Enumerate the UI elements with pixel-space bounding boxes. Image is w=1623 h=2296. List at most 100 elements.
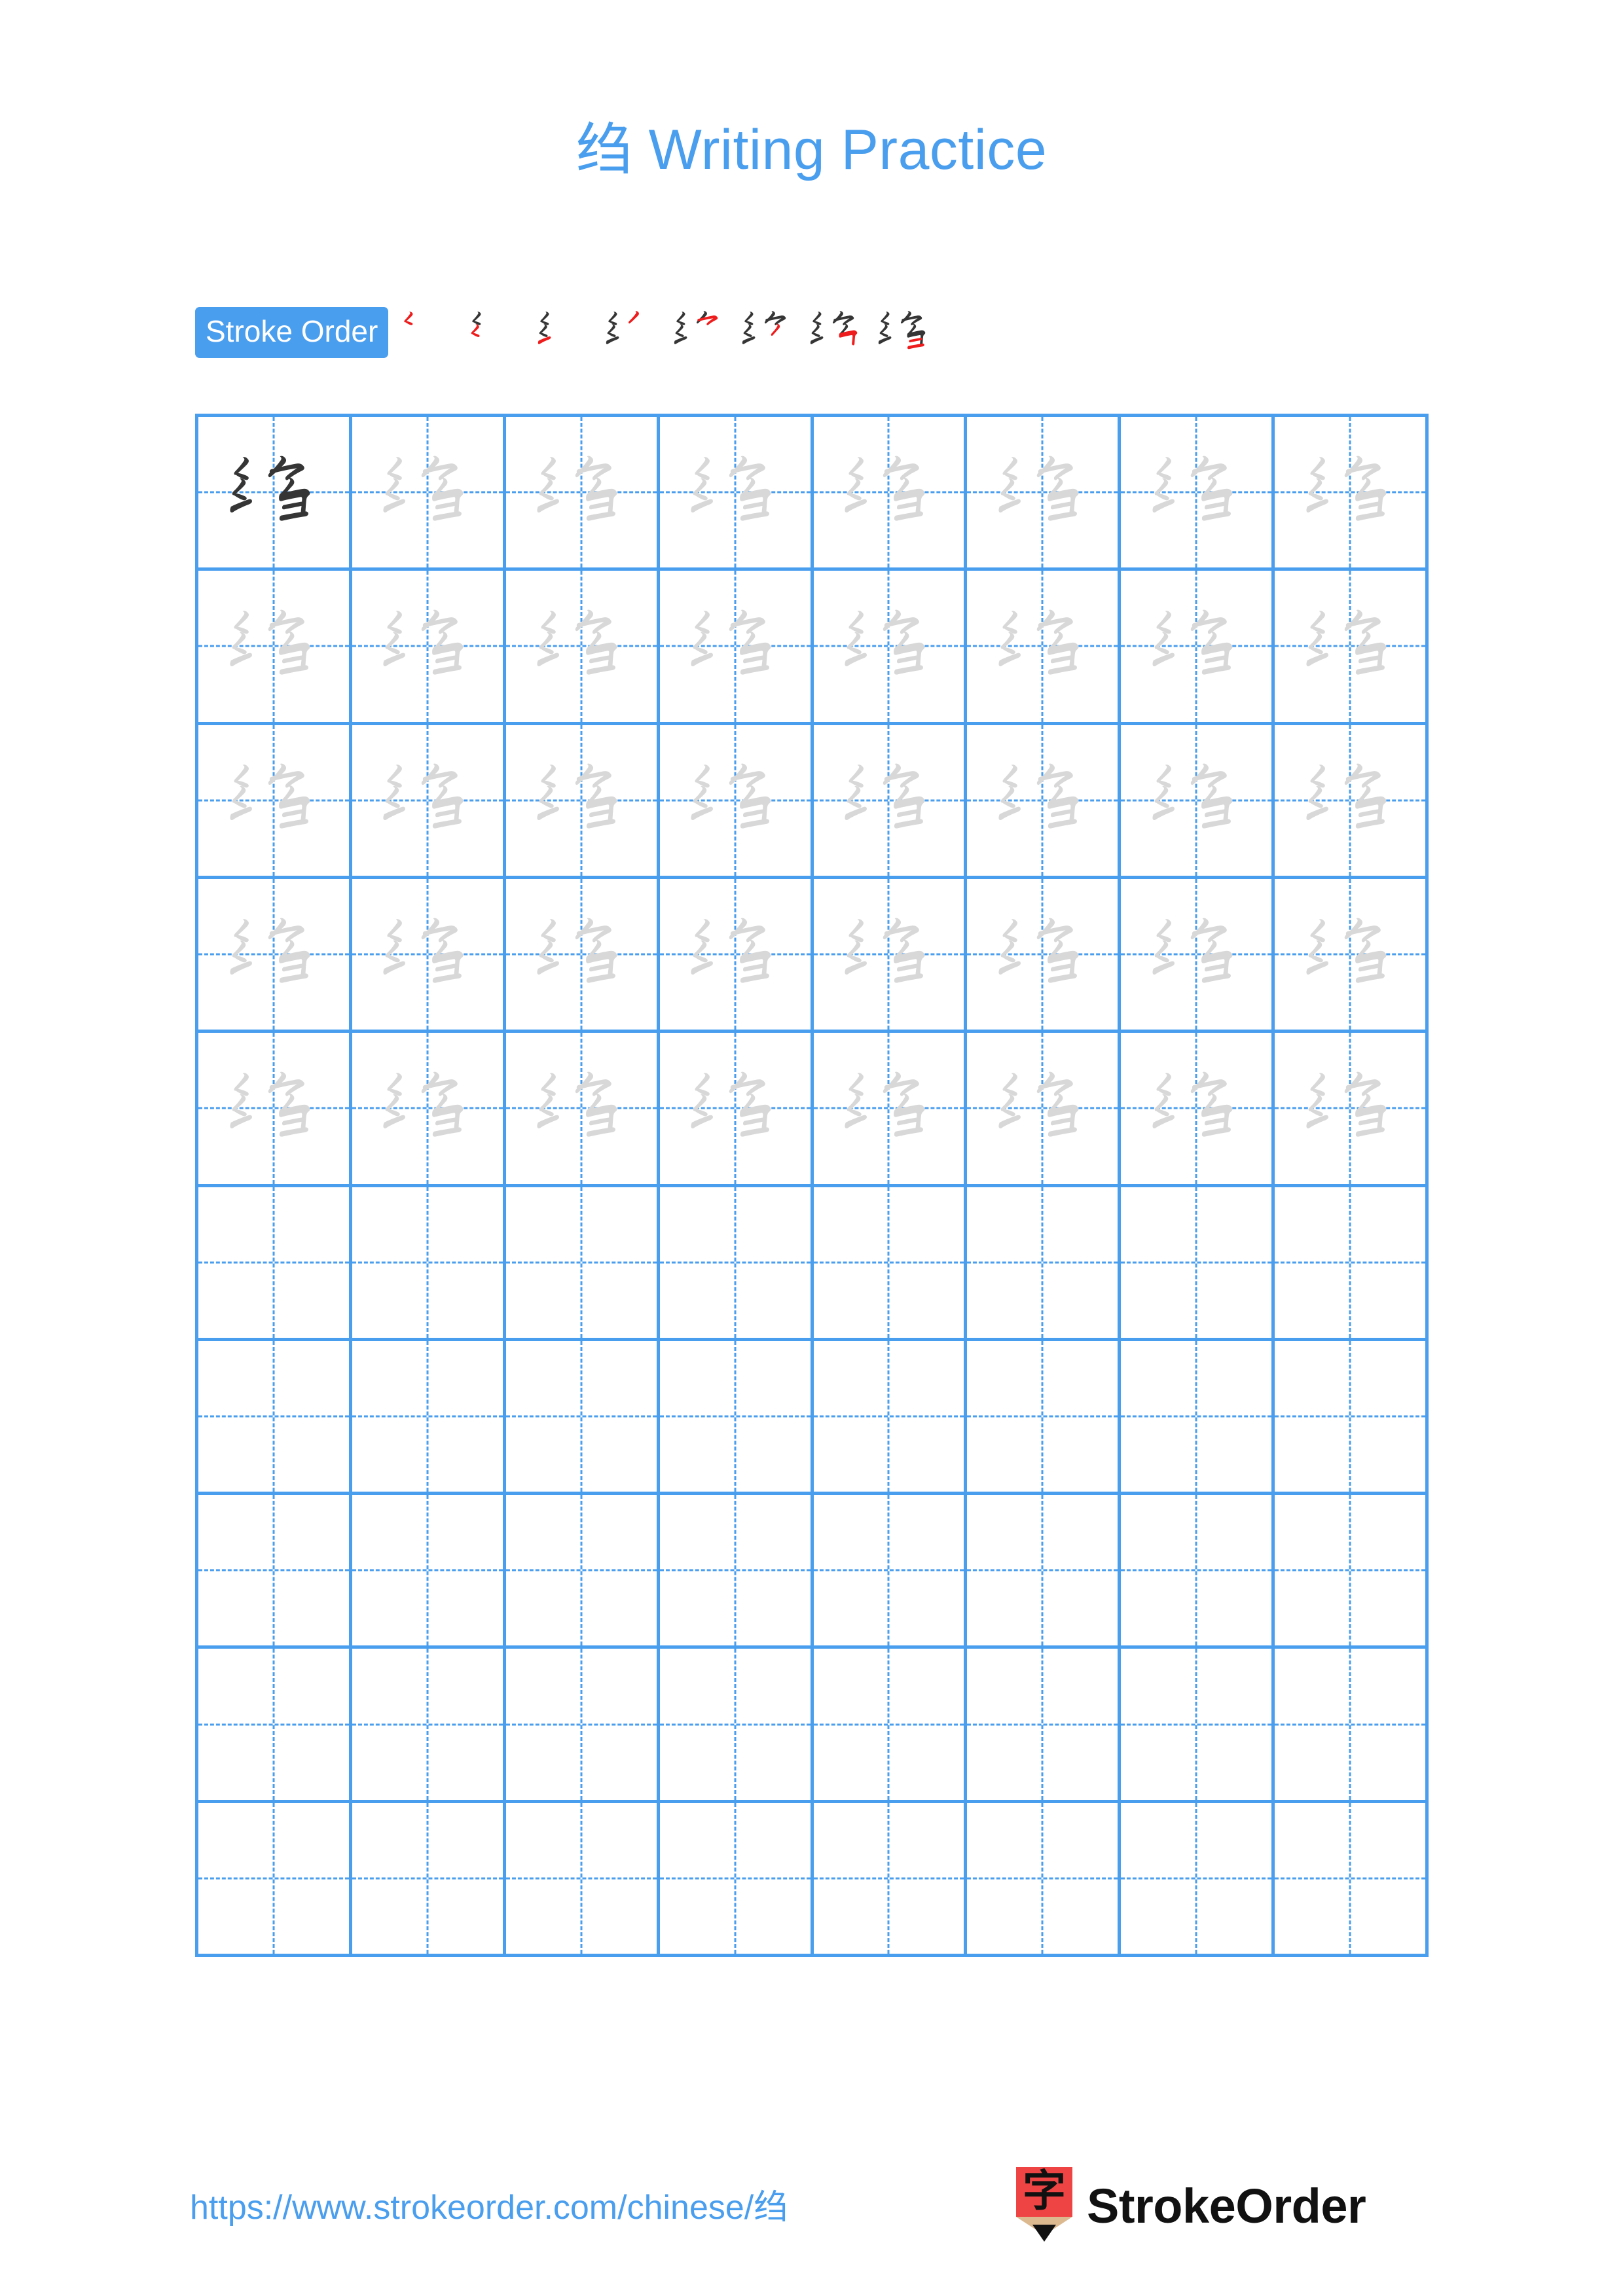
stroke-5 <box>577 1079 612 1096</box>
practice-cell[interactable] <box>659 1340 814 1496</box>
practice-cell[interactable] <box>198 725 352 879</box>
practice-cell[interactable] <box>813 1340 968 1496</box>
footer-url-link[interactable]: https://www.strokeorder.com/chinese/绉 <box>190 2179 788 2229</box>
practice-cell[interactable] <box>1275 878 1429 1033</box>
practice-cell[interactable] <box>967 1803 1122 1957</box>
stroke-2 <box>232 786 247 808</box>
practice-cell[interactable] <box>813 571 968 725</box>
practice-cell[interactable] <box>1121 571 1275 725</box>
practice-cell[interactable] <box>352 417 506 571</box>
practice-cell[interactable] <box>813 1649 968 1803</box>
practice-cell[interactable] <box>505 1803 660 1957</box>
practice-cell[interactable] <box>1275 1649 1429 1803</box>
practice-cell[interactable] <box>1121 1495 1275 1649</box>
practice-cell[interactable] <box>967 1495 1122 1649</box>
practice-cell[interactable] <box>198 1649 352 1803</box>
practice-cell[interactable] <box>813 1495 968 1649</box>
practice-cell[interactable] <box>813 417 968 571</box>
practice-cell[interactable] <box>1275 1187 1429 1341</box>
practice-cell[interactable] <box>967 878 1122 1033</box>
stroke-1 <box>1310 764 1325 788</box>
practice-cell[interactable] <box>198 571 352 725</box>
practice-cell[interactable] <box>1275 725 1429 879</box>
stroke-step-1 <box>393 304 462 361</box>
practice-cell[interactable] <box>352 1340 506 1496</box>
practice-cell[interactable] <box>505 417 660 571</box>
practice-cell[interactable] <box>352 878 506 1033</box>
practice-cell[interactable] <box>198 878 352 1033</box>
practice-cell[interactable] <box>813 1033 968 1187</box>
practice-cell[interactable] <box>1121 417 1275 571</box>
practice-cell[interactable] <box>505 1649 660 1803</box>
practice-cell[interactable] <box>967 571 1122 725</box>
stroke-3 <box>230 961 252 975</box>
stroke-1 <box>744 312 754 325</box>
practice-cell[interactable] <box>967 1187 1122 1341</box>
trace-character <box>198 725 349 876</box>
practice-cell[interactable] <box>505 725 660 879</box>
practice-cell[interactable] <box>352 725 506 879</box>
practice-cell[interactable] <box>352 1033 506 1187</box>
practice-cell[interactable] <box>813 878 968 1033</box>
practice-cell[interactable] <box>659 1649 814 1803</box>
brand-name-label: StrokeOrder <box>1087 2178 1366 2233</box>
practice-cell[interactable] <box>659 725 814 879</box>
practice-cell[interactable] <box>1121 1649 1275 1803</box>
practice-cell[interactable] <box>352 1803 506 1957</box>
practice-cell[interactable] <box>352 1187 506 1341</box>
practice-cell[interactable] <box>659 1495 814 1649</box>
stroke-5 <box>697 315 718 325</box>
practice-cell[interactable] <box>1121 1187 1275 1341</box>
practice-cell[interactable] <box>813 1187 968 1341</box>
practice-cell[interactable] <box>967 1033 1122 1187</box>
stroke-1 <box>1002 456 1017 480</box>
practice-cell[interactable] <box>352 1649 506 1803</box>
trace-character <box>506 571 657 721</box>
stroke-1 <box>695 918 710 942</box>
practice-cell[interactable] <box>198 1495 352 1649</box>
stroke-3 <box>383 961 406 975</box>
practice-cell[interactable] <box>967 417 1122 571</box>
practice-cell[interactable] <box>967 725 1122 879</box>
practice-cell[interactable] <box>1121 1803 1275 1957</box>
practice-cell[interactable] <box>659 1187 814 1341</box>
practice-cell[interactable] <box>198 1187 352 1341</box>
practice-cell[interactable] <box>1275 1495 1429 1649</box>
stroke-step-7 <box>802 304 870 361</box>
practice-cell[interactable] <box>505 571 660 725</box>
practice-cell[interactable] <box>1121 725 1275 879</box>
practice-cell[interactable] <box>659 1033 814 1187</box>
practice-cell[interactable] <box>505 878 660 1033</box>
practice-cell[interactable] <box>198 417 352 571</box>
practice-cell[interactable] <box>198 1803 352 1957</box>
practice-cell[interactable] <box>967 1340 1122 1496</box>
practice-cell[interactable] <box>505 1033 660 1187</box>
practice-cell[interactable] <box>198 1033 352 1187</box>
practice-cell[interactable] <box>1121 878 1275 1033</box>
practice-cell[interactable] <box>813 1803 968 1957</box>
practice-cell[interactable] <box>352 571 506 725</box>
stroke-1 <box>234 456 249 480</box>
practice-cell[interactable] <box>352 1495 506 1649</box>
practice-cell[interactable] <box>1275 1033 1429 1187</box>
practice-cell[interactable] <box>198 1340 352 1496</box>
practice-cell[interactable] <box>505 1187 660 1341</box>
practice-cell[interactable] <box>659 878 814 1033</box>
practice-cell[interactable] <box>1121 1340 1275 1496</box>
practice-cell[interactable] <box>1275 1340 1429 1496</box>
footer-brand[interactable]: 字 StrokeOrder <box>1016 2166 1366 2245</box>
practice-cell[interactable] <box>659 1803 814 1957</box>
practice-cell[interactable] <box>1275 417 1429 571</box>
practice-cell[interactable] <box>1275 571 1429 725</box>
stroke-2 <box>232 1094 247 1117</box>
practice-cell[interactable] <box>1275 1803 1429 1957</box>
practice-cell[interactable] <box>505 1340 660 1496</box>
practice-cell[interactable] <box>659 417 814 571</box>
stroke-5 <box>423 463 458 480</box>
practice-cell[interactable] <box>813 725 968 879</box>
practice-cell[interactable] <box>967 1649 1122 1803</box>
practice-cell[interactable] <box>505 1495 660 1649</box>
practice-cell[interactable] <box>1121 1033 1275 1187</box>
practice-cell[interactable] <box>659 571 814 725</box>
stroke-2 <box>743 324 752 337</box>
